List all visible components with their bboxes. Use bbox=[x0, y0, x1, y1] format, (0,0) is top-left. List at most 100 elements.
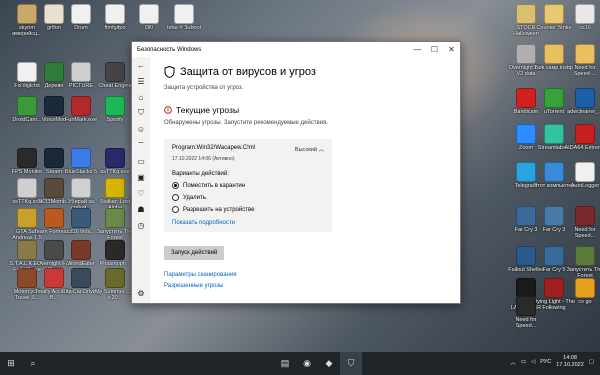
history-icon[interactable]: ◷ bbox=[132, 217, 150, 233]
desktop-shortcut[interactable]: Запустить The Forest bbox=[564, 246, 600, 279]
desktop-shortcut[interactable]: Cheat Engine bbox=[94, 62, 136, 89]
desktop-shortcut[interactable]: cs16 bbox=[564, 4, 600, 31]
desktop-shortcut[interactable]: adwcleaner_... bbox=[564, 88, 600, 115]
settings-gear-icon[interactable]: ⚙ bbox=[132, 285, 150, 301]
taskbar-app-icon[interactable]: ◉ bbox=[296, 352, 318, 375]
allowed-threats-link[interactable]: Разрешенные угрозы bbox=[164, 283, 450, 289]
options-label: Варианты действий: bbox=[172, 171, 229, 177]
performance-icon[interactable]: ♡ bbox=[132, 185, 150, 201]
app-browser-icon[interactable]: ▭ bbox=[132, 153, 150, 169]
option-label: Разрешить на устройстве bbox=[183, 206, 255, 213]
clock-date: 17.10.2022 bbox=[556, 362, 584, 368]
main-content: Защита от вирусов и угроз Защита устройс… bbox=[164, 62, 450, 303]
shortcut-icon bbox=[71, 96, 91, 116]
windows-security-window: Безопасность Windows — ☐ ✕ ← ☰ ⌂ ⛉ ☺ ⌔ ▭… bbox=[131, 41, 461, 304]
volume-icon[interactable]: ◁ bbox=[531, 359, 535, 365]
taskbar-app-icon[interactable]: ▤ bbox=[274, 352, 296, 375]
shortcut-label: cs go bbox=[578, 299, 592, 305]
shortcut-icon bbox=[575, 162, 595, 182]
minimize-icon[interactable]: — bbox=[409, 42, 426, 57]
start-actions-button[interactable]: Запуск действий bbox=[164, 246, 225, 260]
shortcut-icon bbox=[71, 148, 91, 168]
section-heading: Текущие угрозы bbox=[164, 105, 450, 115]
firewall-icon[interactable]: ⌔ bbox=[132, 137, 150, 153]
clock[interactable]: 14:08 17.10.2022 bbox=[556, 355, 584, 369]
shortcut-label: Need for Speed... bbox=[515, 317, 537, 329]
tray-expand-icon[interactable]: ︿ bbox=[510, 358, 516, 366]
shortcut-icon bbox=[575, 44, 595, 64]
option-label: Поместить в карантин bbox=[183, 182, 246, 189]
shortcut-icon bbox=[544, 124, 564, 144]
start-windows-icon[interactable]: ⊞ bbox=[0, 352, 22, 375]
shortcut-icon bbox=[105, 240, 125, 260]
network-icon[interactable]: ▭ bbox=[521, 359, 526, 365]
shortcut-icon bbox=[71, 208, 91, 228]
desktop-shortcut[interactable]: Need for Speed... bbox=[505, 296, 547, 329]
desktop-shortcut[interactable]: AIDA64 Extreme bbox=[564, 124, 600, 151]
option-label: Удалить bbox=[183, 194, 206, 201]
search-icon[interactable]: ⌕ bbox=[22, 352, 44, 375]
menu-icon[interactable]: ☰ bbox=[132, 73, 150, 89]
shortcut-icon bbox=[575, 246, 595, 266]
show-details-link[interactable]: Показать подробности bbox=[172, 220, 324, 226]
threat-warning-icon bbox=[164, 106, 172, 114]
nav-rail: ← ☰ ⌂ ⛉ ☺ ⌔ ▭ ▣ ♡ ☗ ◷ ⚙ bbox=[132, 57, 150, 303]
shortcut-icon bbox=[575, 88, 595, 108]
section-description: Обнаружены угрозы. Запустите рекомендуем… bbox=[164, 120, 328, 126]
shortcut-label: Phasmoph... bbox=[99, 261, 131, 267]
shortcut-icon bbox=[544, 206, 564, 226]
account-icon[interactable]: ☺ bbox=[132, 121, 150, 137]
desktop-shortcut[interactable]: Phasmoph... bbox=[94, 240, 136, 267]
home-icon[interactable]: ⌂ bbox=[132, 89, 150, 105]
desktop-shortcut[interactable]: AutoLogger bbox=[564, 162, 600, 189]
shortcut-icon bbox=[139, 4, 159, 24]
taskbar-security-shield-icon[interactable]: ⛉ bbox=[340, 352, 362, 375]
shortcut-icon bbox=[516, 296, 536, 316]
shortcut-label: AIDA64 Extreme bbox=[564, 145, 600, 151]
option-remove[interactable]: Удалить bbox=[172, 194, 324, 201]
desktop-shortcut[interactable]: ssTTKq.exe bbox=[94, 148, 136, 175]
family-icon[interactable]: ☗ bbox=[132, 201, 150, 217]
close-icon[interactable]: ✕ bbox=[443, 42, 460, 57]
shortcut-icon bbox=[105, 4, 125, 24]
shortcut-label: adwcleaner_... bbox=[567, 109, 600, 115]
title-bar[interactable]: Безопасность Windows — ☐ ✕ bbox=[132, 42, 460, 57]
chevron-up-icon[interactable]: ︿ bbox=[318, 147, 324, 153]
shortcut-icon bbox=[575, 206, 595, 226]
desktop-shortcut[interactable]: My Summer Car v.20... bbox=[94, 268, 136, 301]
shortcut-icon bbox=[105, 268, 125, 288]
desktop-shortcut[interactable]: Spotify bbox=[94, 96, 136, 123]
desktop-shortcut[interactable]: tsfac'# 3ubnol bbox=[163, 4, 205, 31]
threat-severity[interactable]: Высокий ︿ bbox=[295, 145, 324, 153]
back-arrow-icon[interactable]: ← bbox=[132, 57, 150, 73]
radio-button[interactable] bbox=[172, 194, 179, 201]
desktop-shortcut[interactable]: Need for Speed-... bbox=[564, 44, 600, 77]
shortcut-icon bbox=[105, 148, 125, 168]
desktop-shortcut[interactable]: Запустить The Forest bbox=[94, 208, 136, 241]
shortcut-icon bbox=[105, 96, 125, 116]
shortcut-icon bbox=[544, 4, 564, 24]
page-subtitle: Защита устройства от угроз. bbox=[164, 85, 244, 91]
maximize-icon[interactable]: ☐ bbox=[426, 42, 443, 57]
taskbar-app-icon[interactable]: ◆ bbox=[318, 352, 340, 375]
threat-name: Program:Win32/Wacapew.C!ml bbox=[172, 145, 256, 151]
shield-icon[interactable]: ⛉ bbox=[132, 105, 150, 121]
system-tray: ︿ ▭ ◁ РУС 14:08 17.10.2022 ▢ bbox=[510, 355, 594, 369]
clock-time: 14:08 bbox=[563, 355, 577, 361]
desktop-shortcut[interactable]: cs go bbox=[564, 278, 600, 305]
shortcut-icon bbox=[71, 178, 91, 198]
section-title: Текущие угрозы bbox=[176, 105, 240, 115]
shortcut-icon bbox=[575, 4, 595, 24]
notifications-icon[interactable]: ▢ bbox=[589, 359, 594, 365]
radio-button[interactable] bbox=[172, 206, 179, 213]
option-allow[interactable]: Разрешить на устройстве bbox=[172, 206, 324, 213]
radio-button-selected[interactable] bbox=[172, 182, 179, 189]
device-security-icon[interactable]: ▣ bbox=[132, 169, 150, 185]
language-indicator[interactable]: РУС bbox=[540, 359, 551, 365]
shortcut-icon bbox=[71, 62, 91, 82]
option-quarantine[interactable]: Поместить в карантин bbox=[172, 182, 324, 189]
shortcut-icon bbox=[544, 246, 564, 266]
scan-options-link[interactable]: Параметры сканирования bbox=[164, 272, 450, 278]
desktop-shortcut[interactable]: Need for Speed... bbox=[564, 206, 600, 239]
desktop-shortcut[interactable]: Stalker: Lost Alpha bbox=[94, 178, 136, 211]
